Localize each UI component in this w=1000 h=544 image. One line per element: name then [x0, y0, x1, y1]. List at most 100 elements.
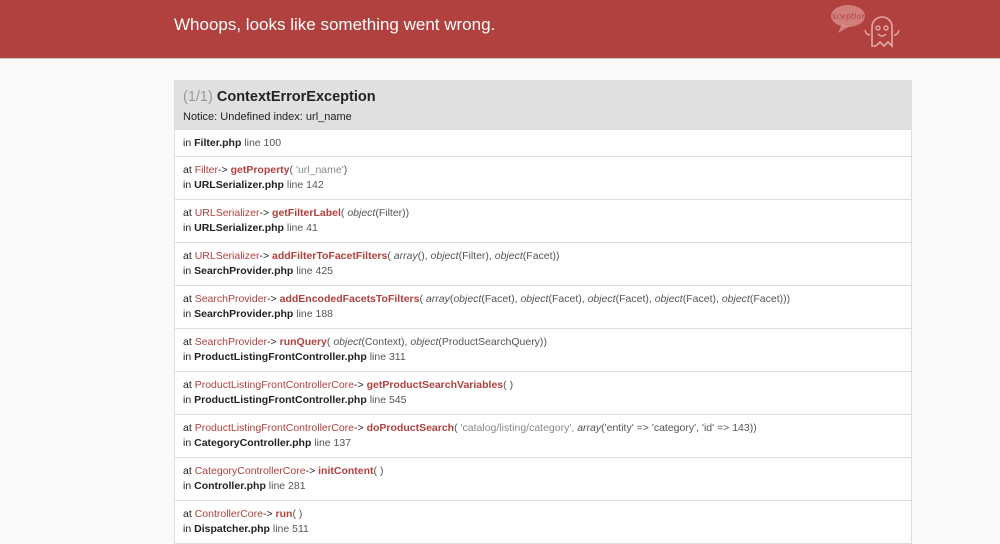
frame-arg: (Filter),: [458, 250, 495, 262]
exception-message: Notice: Undefined index: url_name: [183, 111, 352, 123]
frame-arg: (Facet),: [548, 293, 588, 305]
frame-arg: array: [393, 250, 418, 262]
stack-frame: at ProductListingFrontControllerCore-> d…: [175, 414, 911, 457]
frame-method: doProductSearch: [366, 422, 455, 434]
frame-arg: (ProductSearchQuery): [438, 336, 544, 348]
in-label: in: [183, 179, 192, 191]
frame-call: at SearchProvider-> runQuery( object(Con…: [183, 335, 903, 350]
stack-trace: at Filter-> getProperty( 'url_name') in U…: [175, 156, 911, 543]
frame-file[interactable]: CategoryController.php: [194, 437, 311, 449]
stack-frame: at Filter-> getProperty( 'url_name') in U…: [175, 156, 911, 199]
arrow: ->: [218, 164, 228, 176]
frame-file[interactable]: ProductListingFrontController.php: [194, 394, 367, 406]
frame-line: line 311: [369, 351, 406, 363]
at-label: at: [183, 422, 192, 434]
frame-arg: (Context),: [361, 336, 411, 348]
frame-file[interactable]: SearchProvider.php: [194, 308, 293, 320]
frame-arg: 'catalog/listing/category',: [460, 422, 578, 434]
frame-class[interactable]: URLSerializer: [195, 207, 260, 219]
frame-class[interactable]: SearchProvider: [195, 336, 267, 348]
frame-class[interactable]: ControllerCore: [195, 508, 263, 520]
arrow: ->: [305, 465, 316, 477]
frame-line: line 425: [296, 265, 334, 277]
paren-close: ): [556, 250, 560, 262]
frame-class[interactable]: ProductListingFrontControllerCore: [195, 422, 354, 434]
frame-arg: array: [577, 422, 602, 434]
exception-ghost-logo-icon: Exception!: [828, 5, 900, 48]
frame-class[interactable]: CategoryControllerCore: [195, 465, 306, 477]
frame-class[interactable]: Filter: [195, 164, 218, 176]
frame-method: initContent: [318, 465, 374, 477]
frame-arg: (Facet)): [749, 293, 787, 305]
in-label: in: [183, 308, 192, 320]
frame-class[interactable]: URLSerializer: [195, 250, 260, 262]
at-label: at: [183, 164, 192, 176]
frame-line: line 511: [272, 523, 309, 535]
in-label: in: [183, 222, 192, 234]
at-label: at: [183, 465, 192, 477]
trace-origin: in Filter.php line 100: [175, 129, 911, 156]
frame-arg: object: [410, 336, 439, 348]
frame-file[interactable]: ProductListingFrontController.php: [194, 351, 367, 363]
arrow: ->: [354, 422, 364, 434]
stack-frame: at SearchProvider-> runQuery( object(Con…: [175, 328, 911, 371]
frame-file[interactable]: SearchProvider.php: [194, 265, 293, 277]
frame-method: addEncodedFacetsToFilters: [279, 293, 420, 305]
at-label: at: [183, 508, 192, 520]
frame-arg: (Facet),: [682, 293, 722, 305]
in-label: in: [183, 437, 192, 449]
stack-frame: at ControllerCore-> run( ) in Dispatcher.…: [175, 500, 911, 543]
stack-frame: at URLSerializer-> addFilterToFacetFilte…: [175, 242, 911, 285]
frame-arg: (Filter): [375, 207, 406, 219]
frame-file[interactable]: URLSerializer.php: [194, 179, 284, 191]
frame-location: in Controller.php line 281: [183, 479, 903, 494]
frame-arg: object: [721, 293, 750, 305]
frame-file[interactable]: URLSerializer.php: [194, 222, 284, 234]
frame-arg: (Facet),: [481, 293, 521, 305]
in-label: in: [183, 523, 192, 535]
exception-summary: (1/1) ContextErrorException Notice: Unde…: [175, 81, 911, 129]
exception-panel: (1/1) ContextErrorException Notice: Unde…: [174, 80, 912, 544]
frame-call: at URLSerializer-> addFilterToFacetFilte…: [183, 249, 903, 264]
stack-frame: at CategoryControllerCore-> initContent(…: [175, 457, 911, 500]
frame-method: getProductSearchVariables: [366, 379, 504, 391]
frame-arg: object: [587, 293, 616, 305]
frame-call: at SearchProvider-> addEncodedFacetsToFi…: [183, 292, 903, 307]
frame-arg: object: [453, 293, 482, 305]
frame-arg: (Facet): [522, 250, 557, 262]
frame-method: run: [275, 508, 293, 520]
at-label: at: [183, 293, 192, 305]
page-header: Whoops, looks like something went wrong.…: [0, 0, 1000, 59]
frame-call: at URLSerializer-> getFilterLabel( objec…: [183, 206, 903, 221]
frame-arg: array: [425, 293, 450, 305]
frame-location: in ProductListingFrontController.php lin…: [183, 350, 903, 365]
in-label: in: [183, 265, 192, 277]
frame-arg: 'url_name': [295, 164, 344, 176]
page-heading: Whoops, looks like something went wrong.: [174, 15, 496, 34]
paren-close: ): [543, 336, 547, 348]
frame-location: in URLSerializer.php line 41: [183, 221, 903, 236]
stack-frame: at SearchProvider-> addEncodedFacetsToFi…: [175, 285, 911, 328]
frame-call: at ProductListingFrontControllerCore-> g…: [183, 378, 903, 393]
arrow: ->: [262, 508, 273, 520]
arrow: ->: [259, 250, 270, 262]
svg-text:Exception!: Exception!: [828, 12, 870, 21]
frame-location: in ProductListingFrontController.php lin…: [183, 393, 903, 408]
frame-arg: object: [654, 293, 683, 305]
frame-class[interactable]: ProductListingFrontControllerCore: [195, 379, 354, 391]
paren-close: ): [786, 293, 791, 305]
frame-location: in SearchProvider.php line 188: [183, 307, 903, 322]
frame-file[interactable]: Dispatcher.php: [194, 523, 270, 535]
frame-method: runQuery: [279, 336, 327, 348]
arrow: ->: [267, 293, 277, 305]
trace-line: line 100: [244, 137, 282, 149]
frame-location: in CategoryController.php line 137: [183, 436, 903, 451]
exception-class: ContextErrorException: [216, 89, 376, 105]
frame-arg: object: [494, 250, 523, 262]
paren-close: ): [509, 379, 514, 391]
in-label: in: [183, 480, 192, 492]
frame-file[interactable]: Controller.php: [194, 480, 266, 492]
paren-close: ): [753, 422, 757, 434]
frame-line: line 545: [369, 394, 407, 406]
frame-class[interactable]: SearchProvider: [195, 293, 267, 305]
